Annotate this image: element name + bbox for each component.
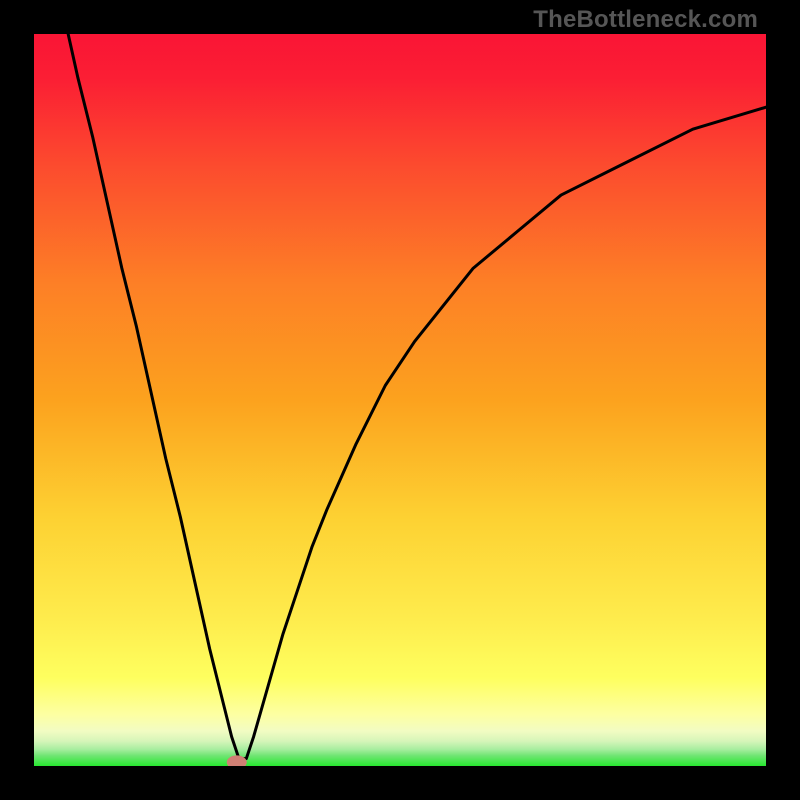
chart-svg	[34, 34, 766, 766]
chart-plot-area	[34, 34, 766, 766]
watermark-text: TheBottleneck.com	[533, 6, 758, 34]
chart-background	[34, 34, 766, 766]
